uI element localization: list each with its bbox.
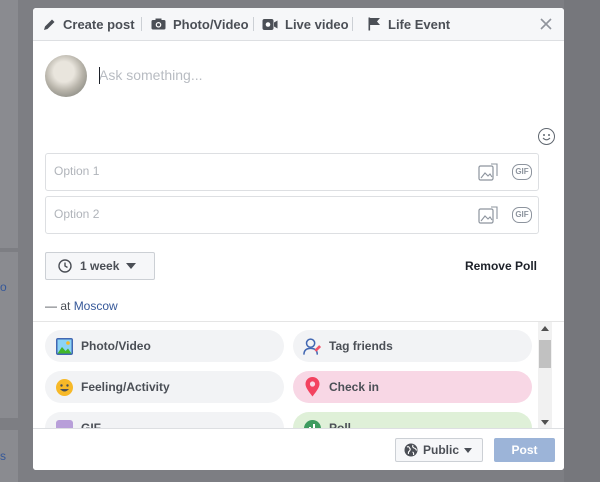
tab-live-video[interactable]: Live video <box>262 8 349 40</box>
action-tag-friends[interactable]: Tag friends <box>293 330 532 362</box>
action-photo-video[interactable]: Photo/Video <box>45 330 284 362</box>
flag-icon <box>368 17 380 31</box>
chevron-down-icon <box>126 263 137 269</box>
tab-create-post[interactable]: Create post <box>43 8 135 40</box>
scrollbar-thumb[interactable] <box>539 340 551 368</box>
action-label: Check in <box>329 380 380 394</box>
action-label: Tag friends <box>329 339 393 353</box>
poll-option-2: GIF <box>45 196 539 234</box>
action-poll[interactable]: Poll <box>293 412 532 429</box>
location-line: — at Moscow <box>45 299 118 313</box>
action-label: Feeling/Activity <box>81 380 170 394</box>
actions-scrollbar[interactable] <box>538 322 552 429</box>
poll-option-2-input[interactable] <box>54 207 434 221</box>
tab-label: Photo/Video <box>173 16 249 32</box>
divider <box>352 17 353 31</box>
pencil-icon <box>44 19 55 30</box>
action-check-in[interactable]: Check in <box>293 371 532 403</box>
background-link-fragment: o <box>0 280 7 294</box>
divider <box>253 17 254 31</box>
dialog-footer: Public Post <box>33 428 564 470</box>
tab-label: Create post <box>63 16 135 32</box>
avatar <box>45 55 87 97</box>
tab-life-event[interactable]: Life Event <box>368 8 450 40</box>
ask-something-input[interactable] <box>99 67 499 83</box>
audience-label: Public <box>423 443 460 457</box>
tag-friends-icon <box>303 337 322 356</box>
post-composer <box>33 41 564 151</box>
location-prefix: — at <box>45 299 71 313</box>
add-photo-icon[interactable] <box>478 206 498 225</box>
close-icon[interactable] <box>538 16 554 32</box>
add-photo-icon[interactable] <box>478 163 498 182</box>
action-feeling-activity[interactable]: Feeling/Activity <box>45 371 284 403</box>
post-type-tabs: Create post Photo/Video Live video Life … <box>33 8 564 41</box>
create-post-dialog: Create post Photo/Video Live video Life … <box>33 8 564 470</box>
background-page-panel <box>0 0 18 248</box>
scroll-down-arrow-icon[interactable] <box>541 420 549 425</box>
camera-icon <box>151 18 166 30</box>
gif-icon[interactable]: GIF <box>512 164 532 180</box>
background-link-fragment: s <box>0 449 6 463</box>
divider <box>141 17 142 31</box>
background-overlay <box>564 0 600 482</box>
action-gif[interactable]: GIF <box>45 412 284 429</box>
scroll-up-arrow-icon[interactable] <box>541 326 549 331</box>
poll-option-1: GIF <box>45 153 539 191</box>
photo-icon <box>55 337 74 356</box>
audience-selector[interactable]: Public <box>395 438 483 462</box>
action-label: Photo/Video <box>81 339 151 353</box>
post-button[interactable]: Post <box>494 438 555 462</box>
clock-icon <box>58 259 72 273</box>
tab-label: Life Event <box>388 16 451 32</box>
emoji-picker-icon[interactable] <box>538 128 555 145</box>
poll-duration-dropdown[interactable]: 1 week <box>45 252 155 280</box>
tab-label: Live video <box>285 16 349 32</box>
poll-duration-value: 1 week <box>80 259 120 273</box>
poll-option-1-input[interactable] <box>54 164 434 178</box>
live-video-icon <box>262 18 278 30</box>
add-to-post-actions: Photo/Video Tag friends Feeling/Activity… <box>33 321 564 429</box>
remove-poll-button[interactable]: Remove Poll <box>465 259 537 273</box>
chevron-down-icon <box>464 447 473 453</box>
gif-icon[interactable]: GIF <box>512 207 532 223</box>
globe-icon <box>404 443 418 457</box>
tab-photo-video[interactable]: Photo/Video <box>151 8 249 40</box>
smiley-icon <box>55 378 74 397</box>
location-pin-icon <box>303 377 322 397</box>
text-cursor <box>99 67 100 84</box>
location-link[interactable]: Moscow <box>74 299 118 313</box>
background-page-panel <box>0 252 18 418</box>
